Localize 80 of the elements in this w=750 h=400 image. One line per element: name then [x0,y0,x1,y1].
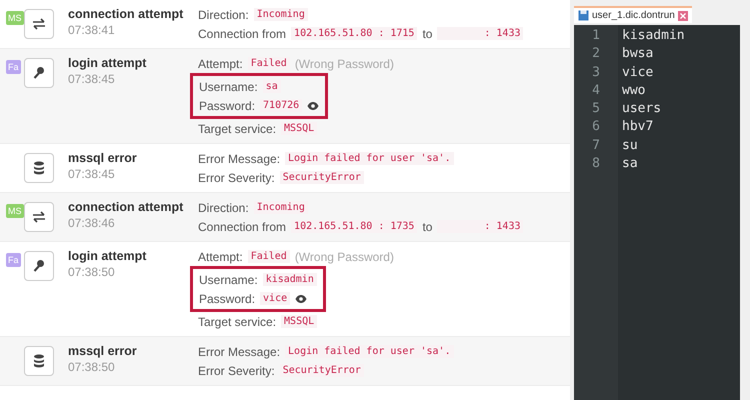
field-label: to [422,220,432,234]
file-tab[interactable]: user_1.dic.dontrun [574,6,692,23]
swap-arrows-icon [32,211,46,223]
value-text: Incoming [254,8,308,21]
value-text: kisadmin [262,273,317,286]
source-badge: Fa [6,253,21,267]
field-label: Direction: [198,8,249,22]
event-time: 07:38:41 [68,23,116,37]
value-text: vice [260,292,290,305]
value-text: Failed [248,250,290,263]
field-label: Username: [199,272,258,286]
field-label: Target service: [198,122,276,136]
eye-icon[interactable] [307,102,320,110]
field-label: Error Message: [198,152,280,166]
code-line: vice [622,64,654,82]
close-icon[interactable] [678,10,688,20]
field-label: Password: [199,292,256,306]
event-title: mssql error [68,344,138,358]
field-label: Attempt: [198,250,243,264]
key-icon [33,259,45,273]
event-title: connection attempt [68,7,184,21]
field-label: Password: [199,98,256,112]
value-text: Login failed for user 'sa'. [285,152,454,165]
eye-icon[interactable] [295,294,308,302]
value-text: 710726 [260,99,302,112]
field-label: Error Message: [198,344,280,358]
field-label: Connection from [198,26,286,40]
event-time: 07:38:45 [68,72,116,86]
swap-arrows-icon [32,18,46,30]
code-line: kisadmin [622,27,685,45]
value-text: 102.165.51.80 : 1715 [291,27,418,40]
code-line: hbv7 [622,118,654,136]
code-line: wwo [622,82,646,100]
field-label: Target service: [198,314,276,328]
field-note: (Wrong Password) [294,56,394,70]
code-line: bwsa [622,45,654,64]
value-text: Failed [248,57,290,70]
event-title: mssql error [68,151,138,165]
field-label: Error Severity: [198,364,275,378]
line-number: 7 [592,136,600,155]
event-title: login attempt [68,249,148,263]
source-badge: MS [6,11,24,25]
line-number: 5 [592,100,600,118]
value-text: SecurityError [280,364,364,377]
field-label: Username: [199,80,258,94]
event-time: 07:38:50 [68,265,116,279]
value-text: sa [262,80,281,93]
code-line: users [622,100,662,118]
line-number: 6 [592,118,600,136]
source-badge: MS [6,204,24,218]
field-label: Error Severity: [198,170,275,184]
field-label: Attempt: [198,56,243,70]
field-label: to [422,26,432,40]
event-time: 07:38:46 [68,216,116,230]
event-time: 07:38:45 [68,167,116,181]
line-number: 2 [592,45,600,64]
line-number: 1 [592,27,600,45]
value-text: SecurityError [280,171,364,184]
database-icon [33,354,45,368]
value-text: 102.165.51.80 : 1735 [291,220,418,233]
field-label: Direction: [198,200,249,214]
value-text: Incoming [254,201,308,214]
value-text: MSSQL [281,122,318,135]
code-line: su [622,136,639,155]
line-number: 4 [592,82,600,100]
value-text: : 1433 [437,220,524,233]
event-title: login attempt [68,56,148,70]
field-label: Connection from [198,220,286,234]
line-number: 8 [592,155,600,174]
event-title: connection attempt [68,200,184,214]
code-line: sa [622,155,639,174]
source-badge: Fa [6,60,21,74]
field-note: (Wrong Password) [294,250,394,264]
value-text: Login failed for user 'sa'. [285,345,454,358]
event-time: 07:38:50 [68,360,116,374]
value-text: : 1433 [437,27,524,40]
line-number: 3 [592,64,600,82]
value-text: MSSQL [281,315,318,328]
key-icon [33,66,45,80]
database-icon [33,161,45,175]
